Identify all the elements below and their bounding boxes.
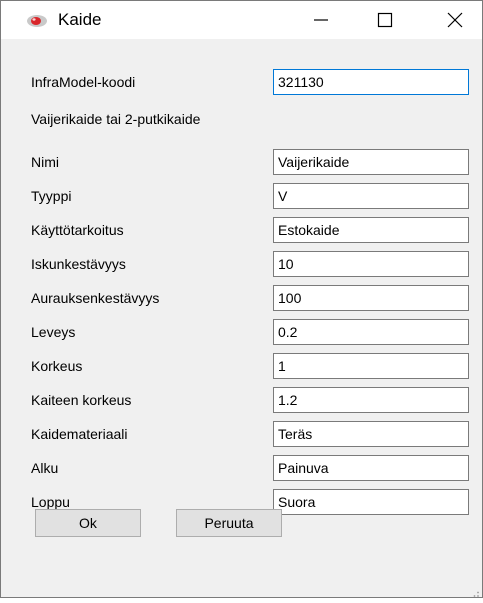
dialog-window: Kaide InfraModel-koodi Vaijerikaide tai … <box>0 0 483 598</box>
label-tyyppi: Tyyppi <box>31 188 72 204</box>
ok-button[interactable]: Ok <box>35 509 141 537</box>
label-nimi: Nimi <box>31 154 59 170</box>
label-korkeus: Korkeus <box>31 358 83 374</box>
maximize-button[interactable] <box>362 1 408 39</box>
minimize-button[interactable] <box>298 1 344 39</box>
label-aurauksenkestavyys: Aurauksenkestävyys <box>31 290 160 306</box>
field-aurauksenkestavyys[interactable] <box>273 285 469 311</box>
field-korkeus[interactable] <box>273 353 469 379</box>
label-loppu: Loppu <box>31 494 70 510</box>
label-kayttotarkoitus: Käyttötarkoitus <box>31 222 124 238</box>
field-nimi[interactable] <box>273 149 469 175</box>
close-button[interactable] <box>432 1 478 39</box>
inframodel-label: InfraModel-koodi <box>31 74 136 90</box>
title-bar[interactable]: Kaide <box>1 1 482 39</box>
field-loppu[interactable] <box>273 489 469 515</box>
category-text: Vaijerikaide tai 2-putkikaide <box>31 111 201 127</box>
field-kayttotarkoitus[interactable] <box>273 217 469 243</box>
app-icon <box>26 14 48 28</box>
label-kaidemateriaali: Kaidemateriaali <box>31 426 128 442</box>
label-iskunkestavyys: Iskunkestävyys <box>31 256 126 272</box>
minimize-icon <box>314 19 328 21</box>
maximize-icon <box>377 12 393 28</box>
label-kaiteen-korkeus: Kaiteen korkeus <box>31 392 132 408</box>
field-iskunkestavyys[interactable] <box>273 251 469 277</box>
close-icon <box>447 12 463 28</box>
label-alku: Alku <box>31 460 59 476</box>
resize-grip-icon[interactable] <box>470 585 480 597</box>
cancel-button[interactable]: Peruuta <box>176 509 282 537</box>
field-tyyppi[interactable] <box>273 183 469 209</box>
inframodel-field[interactable] <box>273 69 469 95</box>
window-title: Kaide <box>58 10 102 29</box>
field-kaidemateriaali[interactable] <box>273 421 469 447</box>
field-alku[interactable] <box>273 455 469 481</box>
label-leveys: Leveys <box>31 324 76 340</box>
field-kaiteen-korkeus[interactable] <box>273 387 469 413</box>
field-leveys[interactable] <box>273 319 469 345</box>
